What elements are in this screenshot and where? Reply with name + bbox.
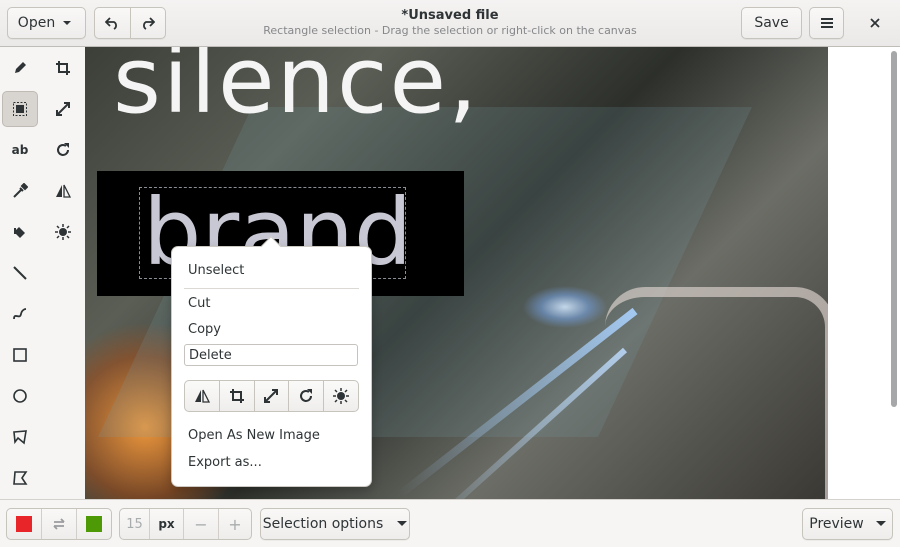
open-label: Open	[17, 15, 56, 31]
menu-tool-buttons	[184, 380, 359, 412]
save-button[interactable]: Save	[741, 7, 802, 39]
minus-icon: −	[194, 514, 208, 534]
menu-item-export-as[interactable]: Export as...	[188, 452, 262, 474]
size-decrease-button[interactable]: −	[184, 509, 219, 539]
plus-icon: +	[228, 514, 242, 534]
color-buttons	[6, 508, 112, 540]
tool-crop[interactable]	[45, 50, 81, 86]
flip-icon	[56, 184, 71, 198]
size-unit-label: px	[150, 509, 184, 539]
canvas-decoration	[605, 287, 828, 499]
rotate-icon	[300, 389, 313, 402]
tool-rotate[interactable]	[45, 132, 81, 168]
left-color-button[interactable]	[7, 509, 42, 539]
tool-color-picker[interactable]	[2, 173, 38, 209]
window-title: *Unsaved file	[401, 8, 499, 23]
flip-icon	[194, 389, 210, 403]
tool-rectangle-selection[interactable]	[2, 91, 38, 127]
preview-label: Preview	[809, 516, 864, 532]
size-value: 15	[126, 516, 143, 532]
undo-icon	[105, 17, 118, 30]
exchange-colors-button[interactable]	[42, 509, 77, 539]
tool-scale[interactable]	[45, 91, 81, 127]
right-color-button[interactable]	[77, 509, 111, 539]
scale-icon	[56, 102, 70, 116]
selection-options-label: Selection options	[262, 516, 384, 532]
curve-icon	[13, 308, 27, 320]
tool-paint-bucket[interactable]	[2, 214, 38, 250]
menu-separator	[184, 288, 359, 289]
tool-flip[interactable]	[45, 173, 81, 209]
tool-free-shape[interactable]	[2, 419, 38, 455]
tool-skew[interactable]	[2, 460, 38, 496]
free-shape-icon	[13, 430, 27, 445]
menu-flip-button[interactable]	[185, 381, 220, 411]
size-input[interactable]: 15	[120, 509, 150, 539]
preview-button[interactable]: Preview	[802, 508, 893, 540]
save-label: Save	[754, 15, 789, 31]
tool-filters[interactable]	[45, 214, 81, 250]
rotate-icon	[57, 143, 69, 156]
crop-icon	[229, 389, 244, 403]
bottom-bar: 15 px − + Selection options Preview	[0, 499, 900, 547]
menu-item-cut[interactable]: Cut	[188, 293, 210, 315]
canvas-text-top: silence,	[113, 47, 480, 134]
rectangle-selection-icon	[13, 102, 27, 116]
hamburger-menu-icon	[820, 18, 833, 28]
close-button[interactable]	[862, 12, 888, 34]
right-color-swatch	[86, 516, 102, 532]
line-icon	[13, 266, 27, 280]
vertical-scrollbar[interactable]	[888, 47, 900, 499]
tool-circle[interactable]	[2, 378, 38, 414]
crop-icon	[56, 61, 70, 75]
swap-colors-icon	[53, 518, 65, 530]
filters-icon	[55, 224, 71, 240]
rectangle-icon	[13, 348, 27, 362]
undo-button[interactable]	[95, 8, 131, 38]
tool-rectangle[interactable]	[2, 337, 38, 373]
pencil-icon	[15, 62, 26, 73]
header-bar: Open *Unsaved file Rectangle selection -…	[0, 0, 900, 47]
menu-scale-button[interactable]	[255, 381, 290, 411]
chevron-down-icon	[397, 521, 408, 526]
menu-item-delete[interactable]: Delete	[184, 344, 358, 366]
tool-pencil[interactable]	[2, 50, 38, 86]
selection-context-menu: Unselect Cut Copy Delete Open As New Ima…	[171, 236, 372, 487]
main-menu-button[interactable]	[809, 7, 844, 39]
redo-icon	[142, 17, 155, 30]
paint-bucket-icon	[14, 227, 25, 238]
tool-text[interactable]: ab	[2, 132, 38, 168]
tool-size-control: 15 px − +	[119, 508, 252, 540]
size-increase-button[interactable]: +	[219, 509, 251, 539]
menu-item-unselect[interactable]: Unselect	[188, 260, 244, 282]
size-unit: px	[158, 517, 175, 531]
scrollbar-thumb[interactable]	[891, 51, 897, 407]
history-buttons	[94, 7, 166, 39]
left-color-swatch	[16, 516, 32, 532]
window-subtitle: Rectangle selection - Drag the selection…	[263, 24, 637, 37]
skew-icon	[13, 471, 28, 485]
chevron-down-icon	[875, 521, 886, 526]
tool-curve[interactable]	[2, 296, 38, 332]
menu-item-open-as-new-image[interactable]: Open As New Image	[188, 425, 320, 447]
tools-sidebar: ab	[0, 47, 85, 499]
menu-crop-button[interactable]	[220, 381, 255, 411]
filters-icon	[333, 388, 350, 404]
tool-line[interactable]	[2, 255, 38, 291]
selection-options-button[interactable]: Selection options	[260, 508, 410, 540]
title-area: *Unsaved file Rectangle selection - Drag…	[250, 7, 650, 38]
open-button[interactable]: Open	[7, 7, 86, 39]
chevron-down-icon	[63, 21, 72, 25]
scale-icon	[264, 389, 279, 403]
menu-rotate-button[interactable]	[289, 381, 325, 411]
close-icon	[870, 18, 880, 28]
menu-filters-button[interactable]	[324, 381, 358, 411]
text-icon: ab	[11, 143, 29, 157]
menu-item-copy[interactable]: Copy	[188, 319, 221, 341]
circle-icon	[13, 389, 27, 403]
redo-button[interactable]	[131, 8, 166, 38]
color-picker-icon	[13, 183, 28, 198]
